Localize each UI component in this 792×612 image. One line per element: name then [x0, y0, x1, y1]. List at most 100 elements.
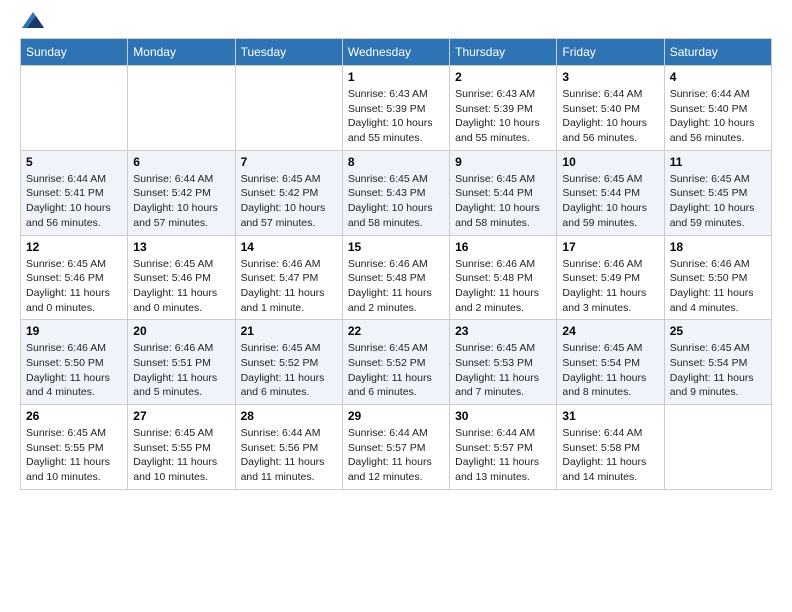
calendar-row-0: 1 Sunrise: 6:43 AMSunset: 5:39 PMDaylight… [21, 66, 772, 151]
calendar-cell: 6 Sunrise: 6:44 AMSunset: 5:42 PMDaylight… [128, 150, 235, 235]
calendar-cell: 27 Sunrise: 6:45 AMSunset: 5:55 PMDayligh… [128, 405, 235, 490]
day-number: 6 [133, 155, 229, 169]
day-info: Sunrise: 6:45 AMSunset: 5:52 PMDaylight:… [241, 341, 337, 400]
weekday-header-sunday: Sunday [21, 39, 128, 66]
day-number: 2 [455, 70, 551, 84]
day-number: 8 [348, 155, 444, 169]
day-info: Sunrise: 6:43 AMSunset: 5:39 PMDaylight:… [455, 87, 551, 146]
day-info: Sunrise: 6:45 AMSunset: 5:55 PMDaylight:… [133, 426, 229, 485]
day-number: 26 [26, 409, 122, 423]
day-number: 30 [455, 409, 551, 423]
calendar-cell: 29 Sunrise: 6:44 AMSunset: 5:57 PMDayligh… [342, 405, 449, 490]
calendar-cell [235, 66, 342, 151]
day-number: 29 [348, 409, 444, 423]
day-number: 18 [670, 240, 766, 254]
calendar-cell: 25 Sunrise: 6:45 AMSunset: 5:54 PMDayligh… [664, 320, 771, 405]
weekday-header-wednesday: Wednesday [342, 39, 449, 66]
day-number: 20 [133, 324, 229, 338]
calendar-cell: 11 Sunrise: 6:45 AMSunset: 5:45 PMDayligh… [664, 150, 771, 235]
calendar-cell: 28 Sunrise: 6:44 AMSunset: 5:56 PMDayligh… [235, 405, 342, 490]
day-info: Sunrise: 6:46 AMSunset: 5:47 PMDaylight:… [241, 257, 337, 316]
calendar-cell: 22Sunrise: 6:45 AMSunset: 5:52 PMDayligh… [342, 320, 449, 405]
calendar-cell: 18Sunrise: 6:46 AMSunset: 5:50 PMDayligh… [664, 235, 771, 320]
day-info: Sunrise: 6:44 AMSunset: 5:57 PMDaylight:… [455, 426, 551, 485]
day-info: Sunrise: 6:44 AMSunset: 5:57 PMDaylight:… [348, 426, 444, 485]
day-number: 11 [670, 155, 766, 169]
calendar-cell: 20 Sunrise: 6:46 AMSunset: 5:51 PMDayligh… [128, 320, 235, 405]
day-number: 7 [241, 155, 337, 169]
calendar-cell: 15 Sunrise: 6:46 AMSunset: 5:48 PMDayligh… [342, 235, 449, 320]
day-info: Sunrise: 6:45 AMSunset: 5:43 PMDaylight:… [348, 172, 444, 231]
day-number: 23 [455, 324, 551, 338]
day-number: 13 [133, 240, 229, 254]
day-number: 19 [26, 324, 122, 338]
calendar-cell: 24 Sunrise: 6:45 AMSunset: 5:54 PMDayligh… [557, 320, 664, 405]
day-info: Sunrise: 6:45 AMSunset: 5:46 PMDaylight:… [26, 257, 122, 316]
day-info: Sunrise: 6:45 AMSunset: 5:54 PMDaylight:… [562, 341, 658, 400]
calendar-cell [21, 66, 128, 151]
day-info: Sunrise: 6:45 AMSunset: 5:54 PMDaylight:… [670, 341, 766, 400]
day-info: Sunrise: 6:44 AMSunset: 5:56 PMDaylight:… [241, 426, 337, 485]
calendar-cell: 19 Sunrise: 6:46 AMSunset: 5:50 PMDayligh… [21, 320, 128, 405]
day-number: 5 [26, 155, 122, 169]
day-number: 25 [670, 324, 766, 338]
day-number: 1 [348, 70, 444, 84]
calendar-cell [664, 405, 771, 490]
day-info: Sunrise: 6:44 AMSunset: 5:40 PMDaylight:… [670, 87, 766, 146]
calendar-cell: 8 Sunrise: 6:45 AMSunset: 5:43 PMDaylight… [342, 150, 449, 235]
calendar-cell: 23 Sunrise: 6:45 AMSunset: 5:53 PMDayligh… [450, 320, 557, 405]
calendar-table: SundayMondayTuesdayWednesdayThursdayFrid… [20, 38, 772, 490]
day-info: Sunrise: 6:45 AMSunset: 5:45 PMDaylight:… [670, 172, 766, 231]
day-number: 10 [562, 155, 658, 169]
day-number: 14 [241, 240, 337, 254]
day-info: Sunrise: 6:46 AMSunset: 5:48 PMDaylight:… [348, 257, 444, 316]
calendar-cell: 10 Sunrise: 6:45 AMSunset: 5:44 PMDayligh… [557, 150, 664, 235]
day-number: 31 [562, 409, 658, 423]
calendar-cell: 9Sunrise: 6:45 AMSunset: 5:44 PMDaylight… [450, 150, 557, 235]
calendar-cell: 30 Sunrise: 6:44 AMSunset: 5:57 PMDayligh… [450, 405, 557, 490]
weekday-header-saturday: Saturday [664, 39, 771, 66]
logo [20, 20, 44, 28]
day-info: Sunrise: 6:45 AMSunset: 5:44 PMDaylight:… [562, 172, 658, 231]
day-info: Sunrise: 6:45 AMSunset: 5:52 PMDaylight:… [348, 341, 444, 400]
calendar-cell: 21 Sunrise: 6:45 AMSunset: 5:52 PMDayligh… [235, 320, 342, 405]
day-number: 28 [241, 409, 337, 423]
calendar-cell: 7Sunrise: 6:45 AMSunset: 5:42 PMDaylight… [235, 150, 342, 235]
weekday-header-thursday: Thursday [450, 39, 557, 66]
day-info: Sunrise: 6:44 AMSunset: 5:42 PMDaylight:… [133, 172, 229, 231]
day-number: 21 [241, 324, 337, 338]
day-info: Sunrise: 6:44 AMSunset: 5:41 PMDaylight:… [26, 172, 122, 231]
weekday-header-row: SundayMondayTuesdayWednesdayThursdayFrid… [21, 39, 772, 66]
day-number: 15 [348, 240, 444, 254]
calendar-cell: 4 Sunrise: 6:44 AMSunset: 5:40 PMDaylight… [664, 66, 771, 151]
day-number: 4 [670, 70, 766, 84]
weekday-header-friday: Friday [557, 39, 664, 66]
calendar-cell: 1 Sunrise: 6:43 AMSunset: 5:39 PMDaylight… [342, 66, 449, 151]
day-info: Sunrise: 6:45 AMSunset: 5:55 PMDaylight:… [26, 426, 122, 485]
calendar-cell: 13Sunrise: 6:45 AMSunset: 5:46 PMDayligh… [128, 235, 235, 320]
calendar-cell: 2 Sunrise: 6:43 AMSunset: 5:39 PMDaylight… [450, 66, 557, 151]
day-info: Sunrise: 6:46 AMSunset: 5:49 PMDaylight:… [562, 257, 658, 316]
calendar-row-4: 26 Sunrise: 6:45 AMSunset: 5:55 PMDayligh… [21, 405, 772, 490]
calendar-cell: 12 Sunrise: 6:45 AMSunset: 5:46 PMDayligh… [21, 235, 128, 320]
day-info: Sunrise: 6:45 AMSunset: 5:53 PMDaylight:… [455, 341, 551, 400]
calendar-cell: 3 Sunrise: 6:44 AMSunset: 5:40 PMDaylight… [557, 66, 664, 151]
calendar-row-3: 19 Sunrise: 6:46 AMSunset: 5:50 PMDayligh… [21, 320, 772, 405]
day-number: 3 [562, 70, 658, 84]
day-number: 12 [26, 240, 122, 254]
day-info: Sunrise: 6:43 AMSunset: 5:39 PMDaylight:… [348, 87, 444, 146]
day-number: 24 [562, 324, 658, 338]
calendar-cell: 17Sunrise: 6:46 AMSunset: 5:49 PMDayligh… [557, 235, 664, 320]
day-info: Sunrise: 6:44 AMSunset: 5:40 PMDaylight:… [562, 87, 658, 146]
logo-icon [22, 12, 44, 28]
weekday-header-monday: Monday [128, 39, 235, 66]
calendar-row-1: 5 Sunrise: 6:44 AMSunset: 5:41 PMDaylight… [21, 150, 772, 235]
weekday-header-tuesday: Tuesday [235, 39, 342, 66]
calendar-cell: 14 Sunrise: 6:46 AMSunset: 5:47 PMDayligh… [235, 235, 342, 320]
calendar-cell: 16Sunrise: 6:46 AMSunset: 5:48 PMDayligh… [450, 235, 557, 320]
calendar-row-2: 12 Sunrise: 6:45 AMSunset: 5:46 PMDayligh… [21, 235, 772, 320]
day-number: 27 [133, 409, 229, 423]
day-info: Sunrise: 6:46 AMSunset: 5:51 PMDaylight:… [133, 341, 229, 400]
day-info: Sunrise: 6:46 AMSunset: 5:50 PMDaylight:… [26, 341, 122, 400]
calendar-cell: 5 Sunrise: 6:44 AMSunset: 5:41 PMDaylight… [21, 150, 128, 235]
